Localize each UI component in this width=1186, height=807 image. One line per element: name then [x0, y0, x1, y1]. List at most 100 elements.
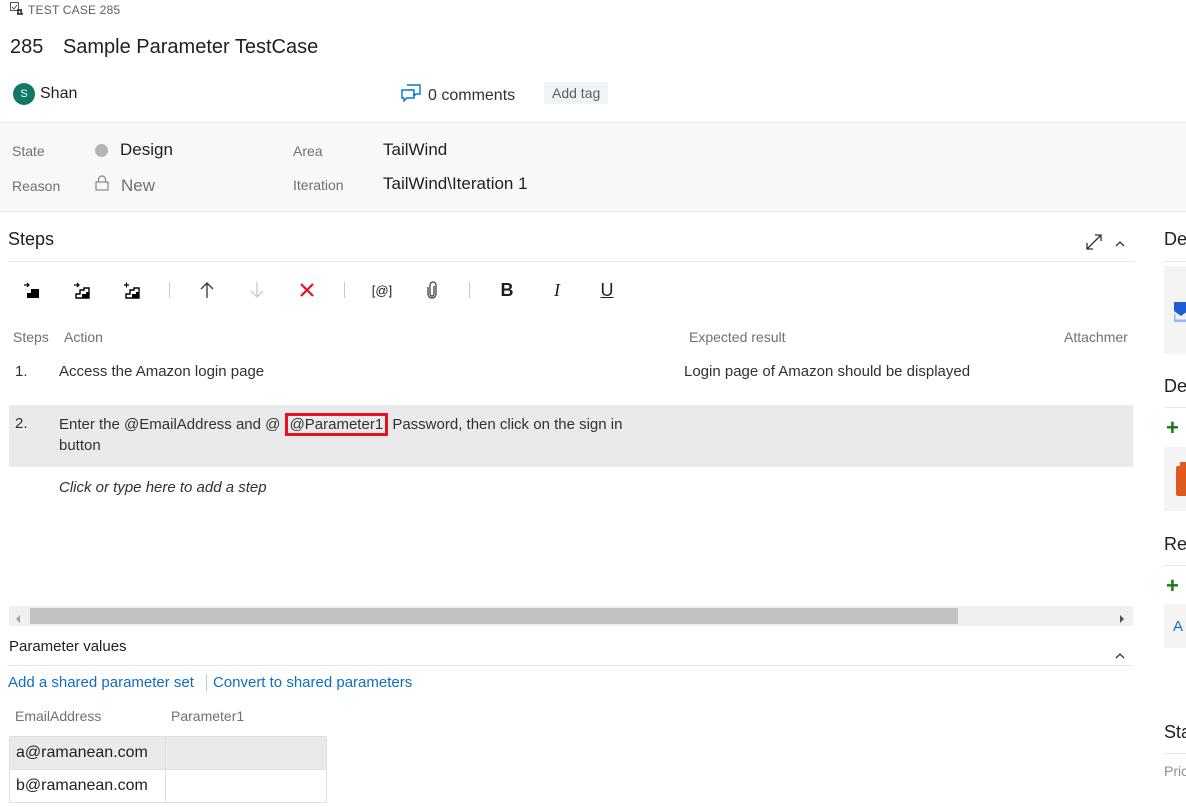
link-separator	[205, 674, 207, 691]
table-row[interactable]: a@ramanean.com	[9, 736, 327, 770]
arrow-down-icon	[250, 282, 264, 298]
divider	[1164, 407, 1186, 408]
deployment-section-title: De	[1164, 376, 1186, 396]
insert-parameter-button[interactable]: [@]	[369, 277, 395, 303]
insert-shared-steps-button[interactable]	[69, 277, 95, 303]
italic-button[interactable]: I	[544, 277, 570, 303]
divider	[1164, 261, 1186, 262]
area-label: Area	[293, 143, 323, 159]
table-row[interactable]: 1. Access the Amazon login page Login pa…	[9, 356, 1133, 390]
step-action[interactable]: Enter the @EmailAddress and @ @Parameter…	[59, 413, 659, 456]
test-case-icon	[10, 2, 23, 18]
avatar: S	[13, 83, 35, 105]
move-up-button[interactable]	[194, 277, 220, 303]
convert-to-shared-parameters-link[interactable]: Convert to shared parameters	[213, 674, 412, 691]
step-number: 1.	[15, 363, 28, 380]
add-link-button[interactable]: A	[1173, 618, 1183, 635]
add-shared-parameter-set-link[interactable]: Add a shared parameter set	[8, 674, 194, 691]
scroll-left-icon[interactable]	[15, 611, 21, 629]
state-dot-icon	[95, 143, 108, 157]
steps-divider	[8, 261, 1134, 262]
comments-icon	[401, 84, 421, 107]
fields-panel: State Design Reason New Area TailWind It…	[0, 122, 1186, 212]
create-shared-steps-button[interactable]	[119, 277, 145, 303]
table-row[interactable]: 2. Enter the @EmailAddress and @ @Parame…	[9, 405, 1133, 467]
toolbar-separator	[344, 282, 345, 298]
maximize-icon[interactable]	[1085, 233, 1103, 256]
assigned-to[interactable]: S Shan	[13, 83, 77, 105]
status-section-title: Sta	[1164, 722, 1186, 742]
priority-label: Pric	[1164, 763, 1186, 779]
parameters-divider	[8, 665, 1134, 666]
comments-count: 0 comments	[428, 86, 516, 104]
steps-toolbar: [@] B I U	[19, 277, 620, 303]
divider	[1164, 753, 1186, 754]
development-section-title: De	[1164, 229, 1186, 249]
area-value[interactable]: TailWind	[383, 140, 447, 160]
state-field[interactable]: Design	[95, 140, 173, 160]
work-item-type-breadcrumb: TEST CASE 285	[10, 2, 120, 18]
add-step-placeholder[interactable]: Click or type here to add a step	[59, 479, 267, 496]
bold-button[interactable]: B	[494, 277, 520, 303]
parameter-highlight: @Parameter1	[284, 413, 389, 436]
development-icon	[1172, 302, 1186, 327]
insert-step-button[interactable]	[19, 277, 45, 303]
step-number: 2.	[15, 415, 28, 432]
column-header-expected: Expected result	[689, 329, 786, 345]
column-header-attachments: Attachmer	[1064, 329, 1128, 345]
underline-button[interactable]: U	[594, 277, 620, 303]
param-cell[interactable]: b@ramanean.com	[9, 769, 166, 803]
add-deployment-icon[interactable]: +	[1166, 415, 1179, 441]
owner-name: Shan	[40, 85, 78, 102]
parameter-table: a@ramanean.com b@ramanean.com	[9, 736, 327, 807]
paperclip-icon	[427, 281, 437, 299]
add-tag-button[interactable]: Add tag	[544, 82, 609, 104]
create-shared-steps-icon	[124, 282, 140, 299]
work-item-id: 285	[10, 36, 44, 58]
param-cell[interactable]	[165, 736, 327, 770]
delete-icon	[300, 283, 314, 297]
comments-link[interactable]: 0 comments	[401, 84, 515, 107]
horizontal-scrollbar[interactable]	[9, 606, 1133, 626]
collapse-steps-icon[interactable]	[1114, 236, 1126, 254]
divider	[1164, 565, 1186, 566]
param-cell[interactable]	[165, 769, 327, 803]
steps-title: Steps	[8, 229, 55, 249]
attach-button[interactable]	[419, 277, 445, 303]
scrollbar-thumb[interactable]	[30, 608, 958, 624]
page-title[interactable]: 285 Sample Parameter TestCase	[10, 36, 318, 59]
right-panel: De De + Re + A Sta Pric	[1164, 229, 1186, 807]
step-action-text: Enter the @EmailAddress and @	[59, 416, 285, 433]
move-down-button[interactable]	[244, 277, 270, 303]
development-card[interactable]	[1164, 266, 1186, 354]
state-value: Design	[120, 140, 173, 159]
add-link-icon[interactable]: +	[1166, 573, 1179, 599]
reason-label: Reason	[12, 178, 61, 194]
work-item-title[interactable]: Sample Parameter TestCase	[63, 36, 318, 58]
deployment-card[interactable]	[1164, 447, 1186, 511]
toolbar-separator	[469, 282, 470, 298]
insert-shared-steps-icon	[74, 282, 90, 299]
iteration-label: Iteration	[293, 177, 344, 193]
column-header-action: Action	[64, 329, 103, 345]
param-column-header: EmailAddress	[15, 708, 102, 724]
state-label: State	[12, 143, 45, 159]
arrow-up-icon	[200, 282, 214, 298]
release-icon	[1176, 462, 1186, 501]
delete-step-button[interactable]	[294, 277, 320, 303]
lock-icon	[95, 175, 109, 196]
step-action[interactable]: Access the Amazon login page	[59, 363, 264, 380]
param-cell[interactable]: a@ramanean.com	[9, 736, 166, 770]
insert-step-icon	[24, 282, 39, 298]
param-column-header: Parameter1	[171, 708, 245, 724]
collapse-parameters-icon[interactable]	[1114, 648, 1126, 666]
scroll-right-icon[interactable]	[1119, 611, 1125, 629]
parameters-title: Parameter values	[9, 638, 127, 655]
iteration-value[interactable]: TailWind\Iteration 1	[383, 174, 528, 194]
work-item-type-label: TEST CASE 285	[28, 3, 121, 17]
related-card[interactable]: A	[1164, 604, 1186, 648]
reason-value: New	[121, 175, 156, 195]
step-expected[interactable]: Login page of Amazon should be displayed	[684, 363, 970, 380]
table-row[interactable]: b@ramanean.com	[9, 769, 327, 803]
parameter-links: Add a shared parameter set Convert to sh…	[8, 674, 412, 691]
